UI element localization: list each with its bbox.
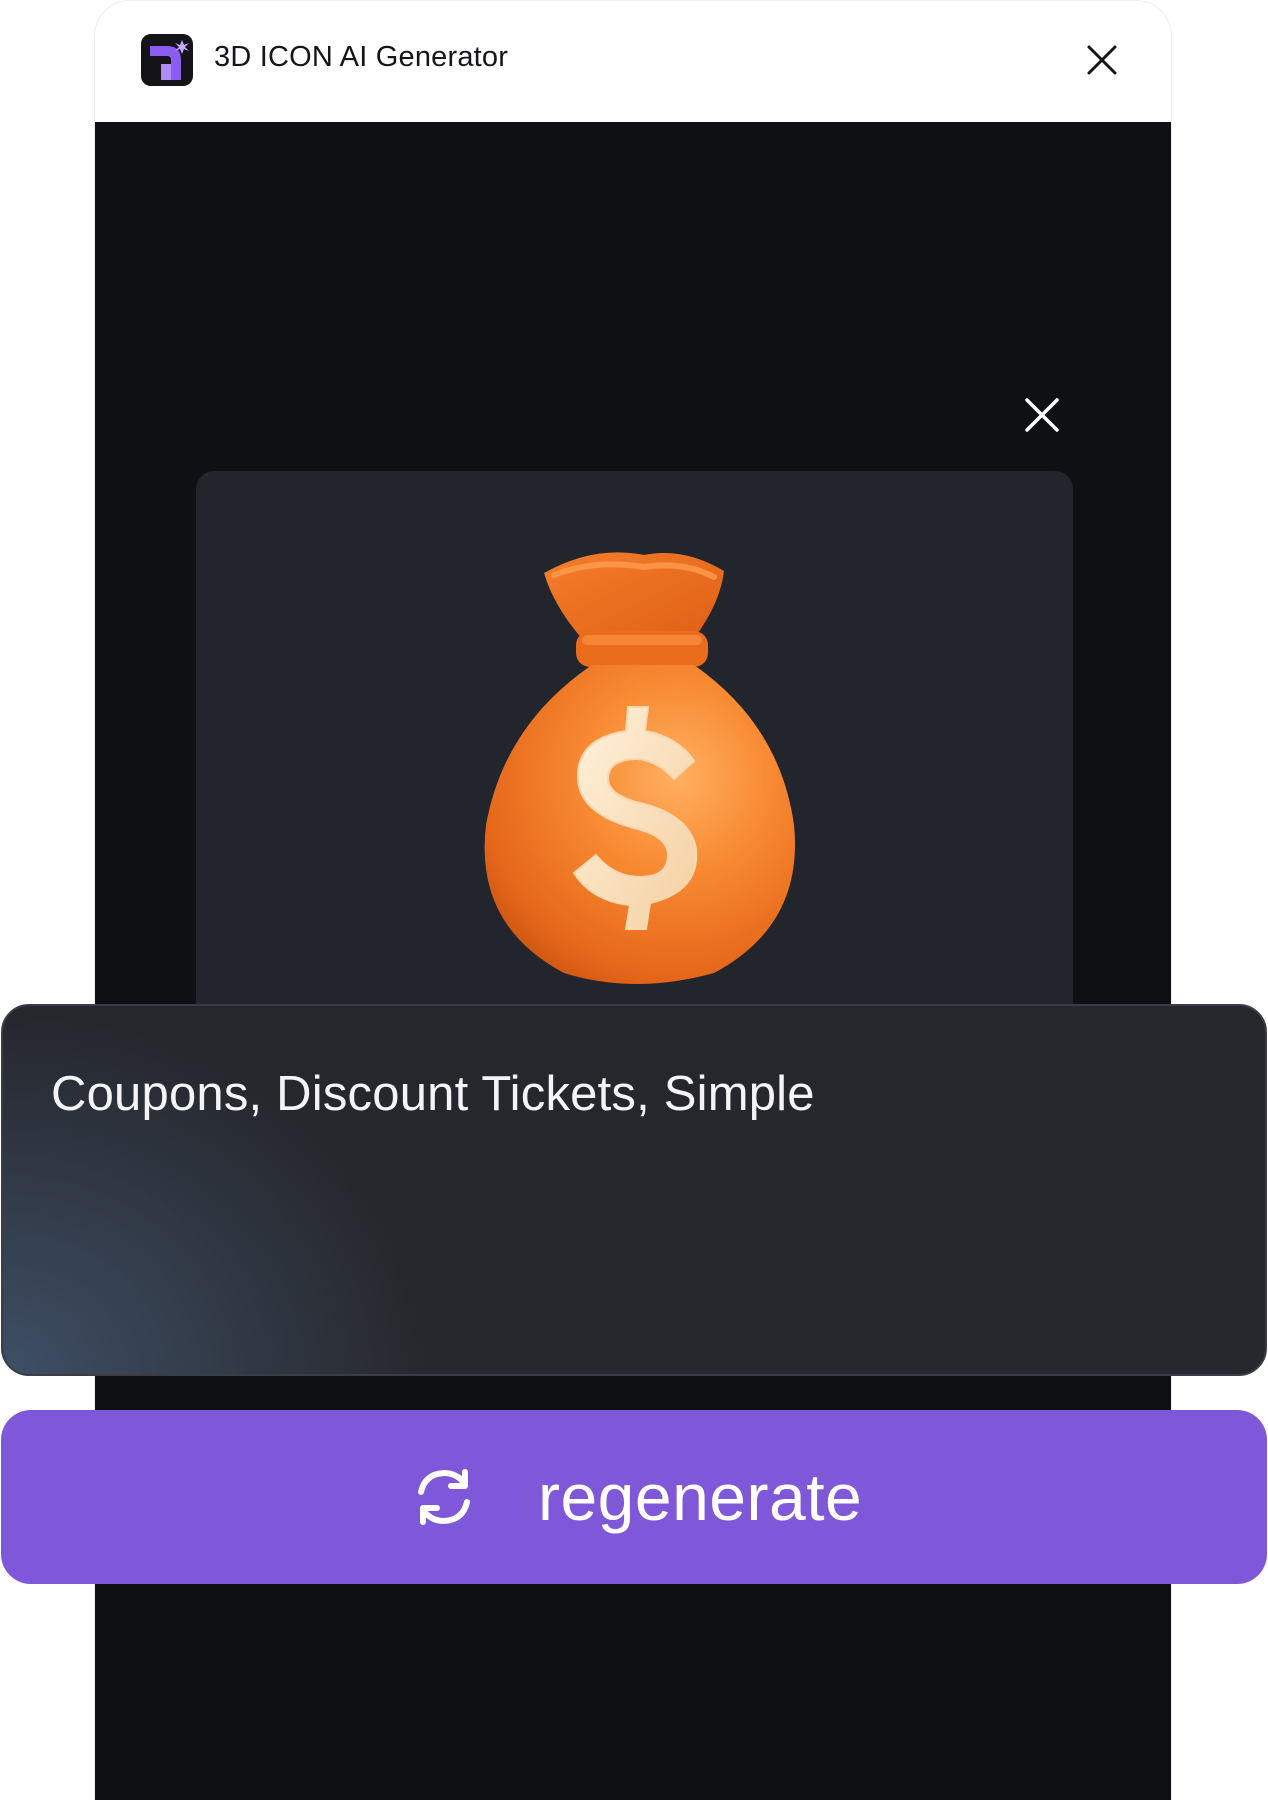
app-logo-icon [141, 34, 193, 86]
stage: 3D ICON AI Generator Coupons, Discount T… [0, 0, 1268, 1800]
title-bar: 3D ICON AI Generator [95, 1, 1171, 122]
money-bag-dollar-icon [444, 525, 824, 985]
generated-image-card [196, 471, 1073, 1031]
close-icon[interactable] [1085, 43, 1119, 77]
regenerate-button[interactable]: regenerate [1, 1410, 1267, 1584]
prompt-input[interactable]: Coupons, Discount Tickets, Simple [51, 1066, 815, 1122]
prompt-panel[interactable]: Coupons, Discount Tickets, Simple [1, 1004, 1267, 1376]
app-title: 3D ICON AI Generator [214, 41, 509, 73]
regenerate-label: regenerate [538, 1460, 863, 1534]
close-preview-icon[interactable] [1023, 396, 1061, 434]
refresh-icon [411, 1464, 477, 1530]
